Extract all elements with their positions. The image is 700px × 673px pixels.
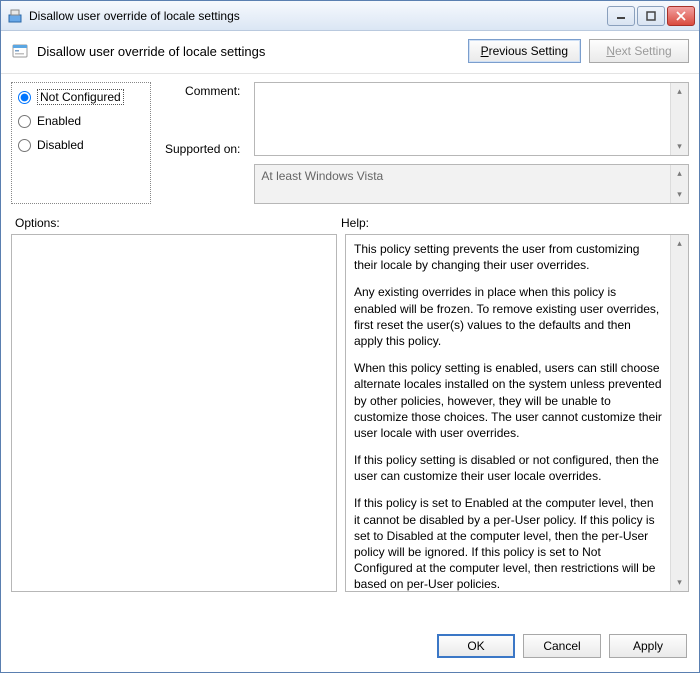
policy-title: Disallow user override of locale setting…	[37, 44, 468, 59]
radio-disabled-input[interactable]	[18, 139, 31, 152]
apply-button[interactable]: Apply	[609, 634, 687, 658]
radio-enabled[interactable]: Enabled	[14, 109, 148, 133]
supported-on-field: At least Windows Vista ▴ ▾	[254, 164, 689, 204]
state-radio-group: Not Configured Enabled Disabled	[11, 82, 151, 204]
supported-on-label: Supported on:	[165, 142, 240, 156]
comment-scrollbar[interactable]: ▴ ▾	[670, 83, 688, 155]
field-labels: Comment: Supported on:	[165, 82, 240, 204]
scroll-up-icon[interactable]: ▴	[671, 235, 688, 252]
help-text: This policy setting prevents the user fr…	[346, 235, 670, 591]
help-paragraph: When this policy setting is enabled, use…	[354, 360, 662, 441]
scroll-down-icon[interactable]: ▾	[671, 574, 688, 591]
radio-disabled-label: Disabled	[37, 138, 84, 152]
comment-content	[255, 83, 670, 155]
ok-button[interactable]: OK	[437, 634, 515, 658]
field-values: ▴ ▾ At least Windows Vista ▴ ▾	[254, 82, 689, 204]
supported-on-value: At least Windows Vista	[255, 165, 670, 203]
help-scrollbar[interactable]: ▴ ▾	[670, 235, 688, 591]
help-label: Help:	[341, 216, 687, 230]
scroll-down-icon[interactable]: ▾	[671, 138, 688, 155]
help-paragraph: Any existing overrides in place when thi…	[354, 284, 662, 349]
help-panel: This policy setting prevents the user fr…	[345, 234, 689, 592]
window-title: Disallow user override of locale setting…	[29, 9, 607, 23]
titlebar[interactable]: Disallow user override of locale setting…	[1, 1, 699, 31]
policy-icon	[11, 42, 29, 60]
radio-not-configured[interactable]: Not Configured	[14, 85, 148, 109]
panels-row: This policy setting prevents the user fr…	[1, 234, 699, 622]
minimize-button[interactable]	[607, 6, 635, 26]
config-area: Not Configured Enabled Disabled Comment:…	[1, 74, 699, 204]
scroll-down-icon: ▾	[671, 186, 688, 203]
dialog-buttons: OK Cancel Apply	[1, 622, 699, 672]
next-setting-button: Next Setting	[589, 39, 689, 63]
scroll-up-icon[interactable]: ▴	[671, 83, 688, 100]
panel-labels: Options: Help:	[1, 204, 699, 234]
comment-label: Comment:	[165, 84, 240, 98]
comment-textarea[interactable]: ▴ ▾	[254, 82, 689, 156]
options-label: Options:	[15, 216, 341, 230]
radio-enabled-input[interactable]	[18, 115, 31, 128]
close-button[interactable]	[667, 6, 695, 26]
previous-setting-button[interactable]: Previous Setting	[468, 39, 581, 63]
help-paragraph: This policy setting prevents the user fr…	[354, 241, 662, 273]
window-controls	[607, 6, 695, 26]
supported-scrollbar: ▴ ▾	[670, 165, 688, 203]
cancel-button[interactable]: Cancel	[523, 634, 601, 658]
help-paragraph: If this policy is set to Enabled at the …	[354, 495, 662, 591]
header-row: Disallow user override of locale setting…	[1, 31, 699, 74]
radio-disabled[interactable]: Disabled	[14, 133, 148, 157]
radio-not-configured-label: Not Configured	[37, 89, 124, 105]
app-icon	[7, 8, 23, 24]
radio-not-configured-input[interactable]	[18, 91, 31, 104]
radio-enabled-label: Enabled	[37, 114, 81, 128]
maximize-button[interactable]	[637, 6, 665, 26]
gpo-editor-window: Disallow user override of locale setting…	[0, 0, 700, 673]
help-paragraph: If this policy setting is disabled or no…	[354, 452, 662, 484]
scroll-up-icon: ▴	[671, 165, 688, 182]
options-panel	[11, 234, 337, 592]
